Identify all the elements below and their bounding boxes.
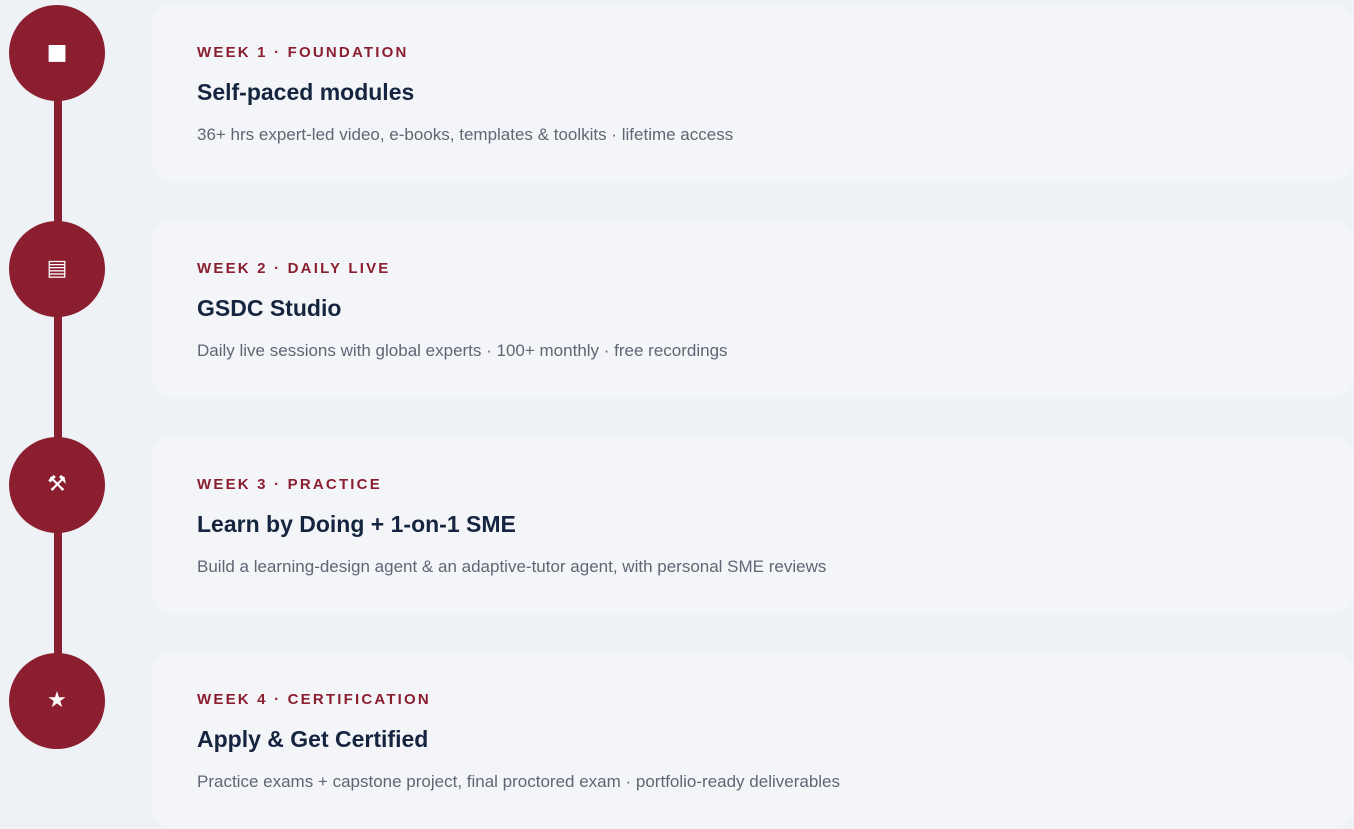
timeline-rail	[54, 53, 62, 699]
step-4-glyph: ★	[47, 688, 67, 713]
learning-timeline: ■ WEEK 1 · FOUNDATION Self-paced modules…	[0, 0, 1354, 829]
step-3-eyebrow: WEEK 3 · PRACTICE	[197, 476, 382, 493]
step-2-eyebrow: WEEK 2 · DAILY LIVE	[197, 260, 391, 277]
hammer-pick-icon: ⚒	[9, 437, 105, 533]
step-card-week-1: WEEK 1 · FOUNDATION Self-paced modules 3…	[152, 4, 1354, 182]
step-1-description: 36+ hrs expert-led video, e-books, templ…	[197, 125, 734, 144]
step-1-eyebrow: WEEK 1 · FOUNDATION	[197, 44, 409, 61]
step-2-glyph: ▤	[46, 256, 68, 281]
step-3-title: Learn by Doing + 1-on-1 SME	[197, 511, 516, 537]
step-2-title: GSDC Studio	[197, 295, 342, 321]
document-lines-icon: ▤	[9, 221, 105, 317]
step-3-description: Build a learning-design agent & an adapt…	[197, 557, 827, 576]
step-4-eyebrow: WEEK 4 · CERTIFICATION	[197, 691, 431, 708]
step-1-title: Self-paced modules	[197, 79, 415, 105]
stop-square-icon: ■	[9, 5, 105, 101]
step-4-description: Practice exams + capstone project, final…	[197, 772, 841, 791]
step-3-glyph: ⚒	[47, 472, 67, 497]
step-card-week-4: WEEK 4 · CERTIFICATION Apply & Get Certi…	[152, 651, 1354, 829]
step-2-description: Daily live sessions with global experts …	[197, 341, 728, 360]
step-4-title: Apply & Get Certified	[197, 726, 429, 752]
step-1-glyph: ■	[46, 40, 68, 65]
star-icon: ★	[9, 653, 105, 749]
step-card-week-2: WEEK 2 · DAILY LIVE GSDC Studio Daily li…	[152, 220, 1354, 398]
step-card-week-3: WEEK 3 · PRACTICE Learn by Doing + 1-on-…	[152, 436, 1354, 614]
